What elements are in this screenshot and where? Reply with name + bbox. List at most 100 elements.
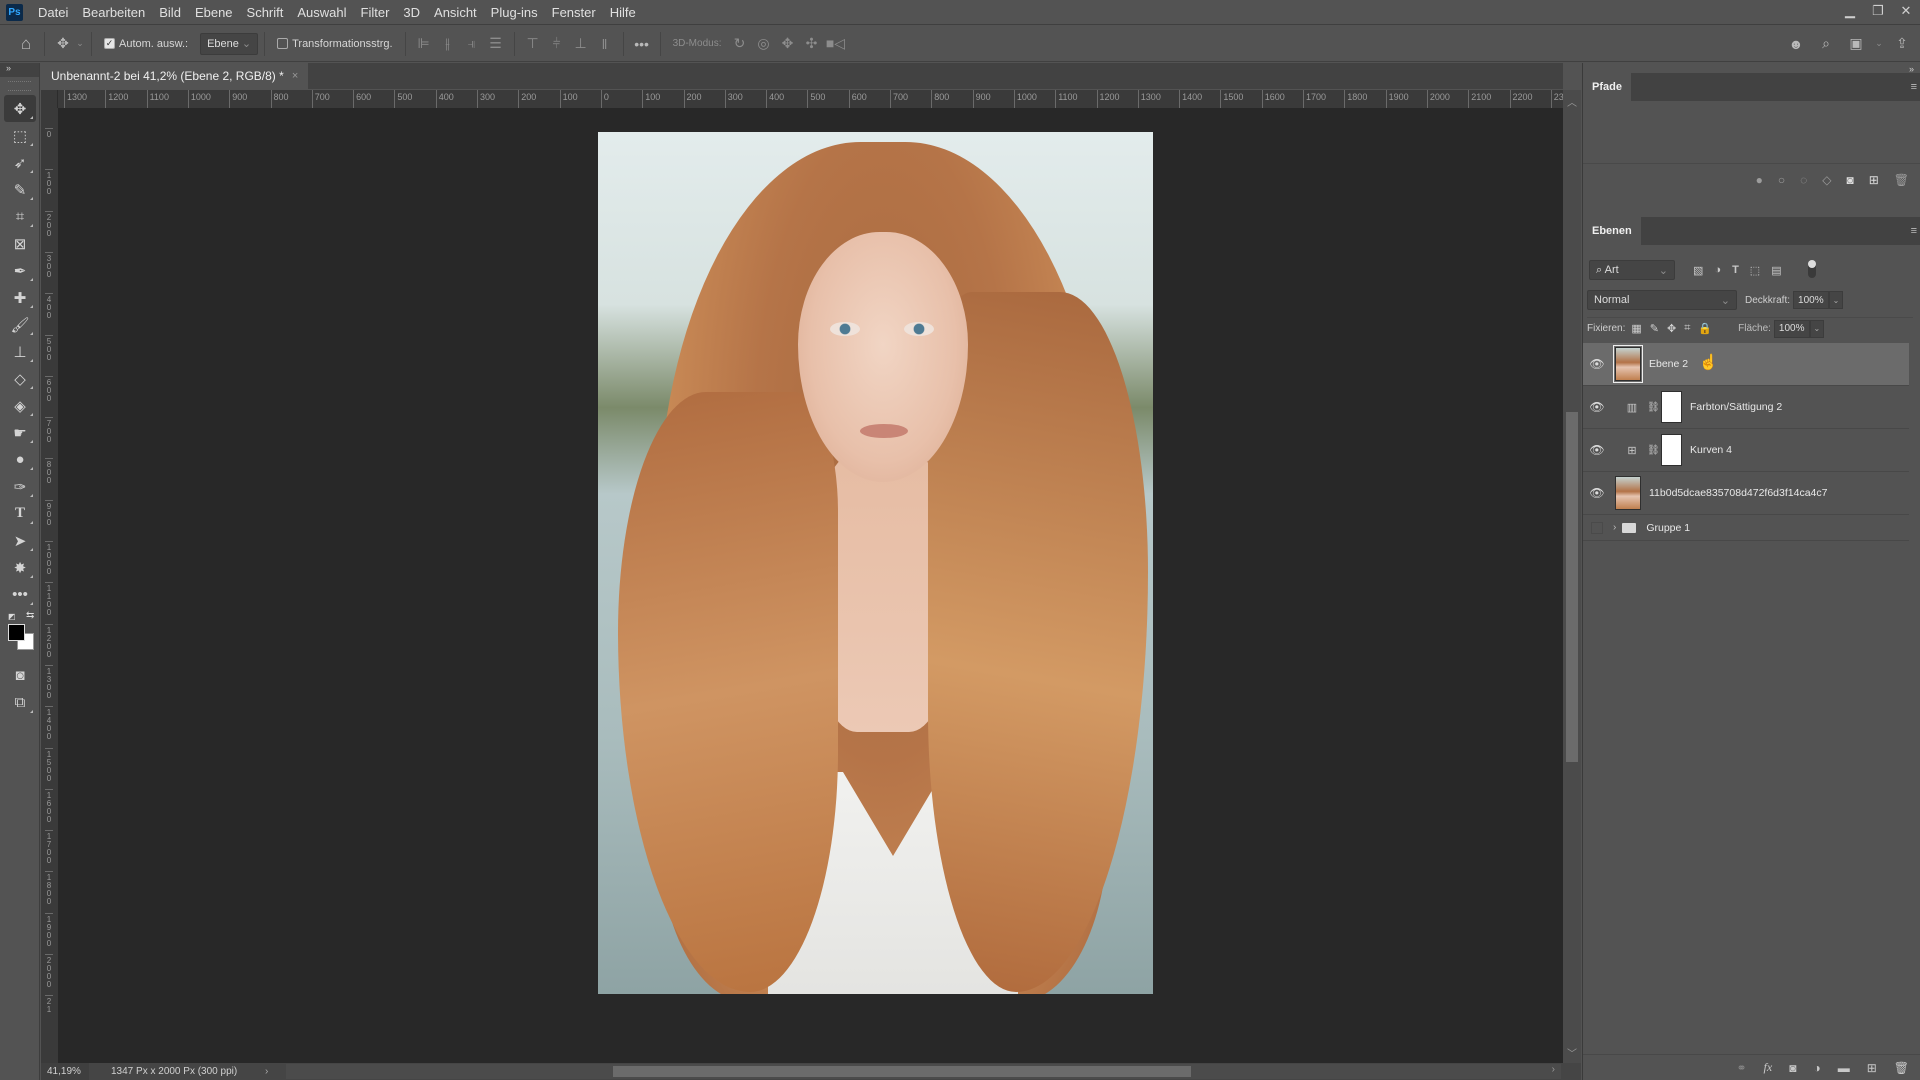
home-icon[interactable]: ⌂ xyxy=(14,32,38,56)
lock-all-icon[interactable]: 🔒 xyxy=(1698,322,1712,335)
type-tool[interactable]: T xyxy=(4,500,36,527)
layer-row-smart-object[interactable]: 👁 11b0d5dcae835708d472f6d3f14ca4c7 xyxy=(1583,472,1909,515)
tab-ebenen[interactable]: Ebenen xyxy=(1583,217,1641,245)
3d-camera-icon[interactable]: ■◁ xyxy=(823,32,847,56)
fill-path-icon[interactable]: ● xyxy=(1756,173,1763,187)
scroll-up-icon[interactable]: ︿ xyxy=(1563,94,1581,109)
chevron-down-icon[interactable]: ⌄ xyxy=(75,32,85,56)
eraser-tool[interactable]: ◇ xyxy=(4,365,36,392)
document-tab[interactable]: Unbenannt-2 bei 41,2% (Ebene 2, RGB/8) *… xyxy=(41,63,309,89)
close-window-button[interactable]: ✕ xyxy=(1892,0,1920,22)
move-tool-preset-icon[interactable]: ✥ xyxy=(51,32,75,56)
menu-3d[interactable]: 3D xyxy=(396,5,427,20)
fill-input[interactable]: 100% xyxy=(1773,319,1810,338)
link-layers-icon[interactable]: ⚭ xyxy=(1736,1061,1746,1075)
canvas-area[interactable] xyxy=(58,108,1563,1063)
lock-image-icon[interactable]: ✎ xyxy=(1650,322,1659,335)
filter-pixel-icon[interactable]: ▧ xyxy=(1693,264,1703,277)
panel-menu-icon[interactable]: ≡ xyxy=(1911,225,1917,237)
layer-row-gruppe-1[interactable]: › Gruppe 1 xyxy=(1583,515,1909,541)
vertical-scroll-thumb[interactable] xyxy=(1566,412,1578,762)
layer-mask-thumbnail[interactable] xyxy=(1661,391,1682,423)
crop-tool[interactable]: ⌗ xyxy=(4,203,36,230)
distribute-vertical-icon[interactable]: ☰ xyxy=(484,32,508,56)
lock-transparent-icon[interactable]: ▦ xyxy=(1631,322,1641,335)
opacity-dropdown-icon[interactable]: ⌄ xyxy=(1829,291,1844,309)
load-as-selection-icon[interactable]: ◌ xyxy=(1800,173,1807,187)
align-top-icon[interactable]: ⊤ xyxy=(521,32,545,56)
minimize-button[interactable]: ▁ xyxy=(1836,0,1864,22)
distribute-horizontal-icon[interactable]: ‖ xyxy=(593,32,617,56)
layer-row-hue-saturation[interactable]: 👁 ▥ ⛓ Farbton/Sättigung 2 xyxy=(1583,386,1909,429)
lock-artboard-icon[interactable]: ⌗ xyxy=(1684,322,1690,335)
pen-tool[interactable]: ✑ xyxy=(4,473,36,500)
fill-dropdown-icon[interactable]: ⌄ xyxy=(1809,319,1824,338)
3d-slide-icon[interactable]: ✣ xyxy=(799,32,823,56)
share-icon[interactable]: ⇪ xyxy=(1890,32,1914,56)
visibility-eye-icon[interactable]: 👁 xyxy=(1583,400,1611,414)
menu-plugins[interactable]: Plug-ins xyxy=(484,5,545,20)
close-document-icon[interactable]: × xyxy=(292,70,298,82)
layer-filter-kind-dropdown[interactable]: ⌕ Art ⌄ xyxy=(1589,260,1675,280)
horizontal-scrollbar[interactable]: › xyxy=(286,1064,1561,1079)
eyedropper-tool[interactable]: ✒ xyxy=(4,257,36,284)
filter-shape-icon[interactable]: ⬚ xyxy=(1750,264,1760,277)
frame-tool[interactable]: ⊠ xyxy=(4,230,36,257)
delete-layer-icon[interactable]: 🗑 xyxy=(1894,1061,1909,1075)
add-mask-icon[interactable]: ◙ xyxy=(1846,173,1853,187)
quick-selection-tool[interactable]: ✎ xyxy=(4,176,36,203)
auto-select-target-dropdown[interactable]: Ebene ⌄ xyxy=(200,32,259,55)
ruler-origin[interactable] xyxy=(41,90,58,108)
edit-toolbar-icon[interactable]: ••• xyxy=(4,581,36,608)
foreground-color-swatch[interactable] xyxy=(8,624,25,641)
filter-toggle[interactable] xyxy=(1807,260,1816,278)
dodge-tool[interactable]: ● xyxy=(4,446,36,473)
screen-mode-icon[interactable]: ⧉ xyxy=(4,689,36,716)
restore-button[interactable]: ❐ xyxy=(1864,0,1892,22)
layer-row-curves[interactable]: 👁 ⊞ ⛓ Kurven 4 xyxy=(1583,429,1909,472)
scroll-down-icon[interactable]: ﹀ xyxy=(1563,1045,1581,1060)
transform-controls-checkbox[interactable]: Transformationsstrg. xyxy=(277,38,393,50)
panel-menu-icon[interactable]: ≡ xyxy=(1911,81,1917,93)
lock-position-icon[interactable]: ✥ xyxy=(1667,322,1676,335)
default-colors-icon[interactable]: ◩ xyxy=(8,612,17,621)
swap-colors-icon[interactable]: ⇆ xyxy=(26,610,34,621)
menu-ebene[interactable]: Ebene xyxy=(188,5,240,20)
visibility-eye-icon[interactable]: 👁 xyxy=(1583,443,1611,457)
share-user-icon[interactable]: ☻ xyxy=(1784,32,1808,56)
align-right-icon[interactable]: ⫣ xyxy=(460,32,484,56)
move-tool[interactable]: ✥ xyxy=(4,95,36,122)
delete-path-icon[interactable]: 🗑 xyxy=(1894,173,1909,187)
menu-bearbeiten[interactable]: Bearbeiten xyxy=(75,5,152,20)
link-chain-icon[interactable]: ⛓ xyxy=(1647,445,1660,456)
quick-mask-icon[interactable]: ◙ xyxy=(4,662,36,689)
align-bottom-icon[interactable]: ⊥ xyxy=(569,32,593,56)
marquee-tool[interactable]: ⬚ xyxy=(4,122,36,149)
scroll-right-icon[interactable]: › xyxy=(1552,1064,1555,1075)
menu-ansicht[interactable]: Ansicht xyxy=(427,5,484,20)
paint-bucket-tool[interactable]: ◈ xyxy=(4,392,36,419)
custom-shape-tool[interactable]: ✸ xyxy=(4,554,36,581)
menu-schrift[interactable]: Schrift xyxy=(240,5,291,20)
new-group-icon[interactable]: ▬ xyxy=(1838,1061,1850,1075)
healing-brush-tool[interactable]: ✚ xyxy=(4,284,36,311)
toolbar-grip[interactable] xyxy=(8,81,31,91)
menu-filter[interactable]: Filter xyxy=(354,5,397,20)
visibility-eye-icon[interactable]: 👁 xyxy=(1583,486,1611,500)
layer-row-ebene-2[interactable]: 👁 Ebene 2 ☝ xyxy=(1583,343,1909,386)
new-layer-icon[interactable]: ⊞ xyxy=(1867,1061,1877,1075)
blend-mode-dropdown[interactable]: Normal ⌄ xyxy=(1587,290,1737,310)
3d-pan-icon[interactable]: ✥ xyxy=(775,32,799,56)
brush-tool[interactable]: 🖌 xyxy=(4,311,36,338)
filter-adjustment-icon[interactable]: ◑ xyxy=(1714,264,1721,277)
workspace-icon[interactable]: ▣ xyxy=(1844,32,1868,56)
menu-fenster[interactable]: Fenster xyxy=(545,5,603,20)
vertical-scrollbar[interactable]: ︿ ﹀ xyxy=(1563,90,1581,1064)
tab-pfade[interactable]: Pfade xyxy=(1583,73,1631,101)
smudge-tool[interactable]: ☛ xyxy=(4,419,36,446)
vertical-ruler[interactable]: 0 100 200 300 400 500 600 700 800 900 1000 1100 1200… xyxy=(41,108,58,1064)
layer-mask-thumbnail[interactable] xyxy=(1661,434,1682,466)
filter-smart-object-icon[interactable]: ▤ xyxy=(1771,264,1781,277)
align-left-icon[interactable]: ⊫ xyxy=(412,32,436,56)
clone-stamp-tool[interactable]: ⊥ xyxy=(4,338,36,365)
